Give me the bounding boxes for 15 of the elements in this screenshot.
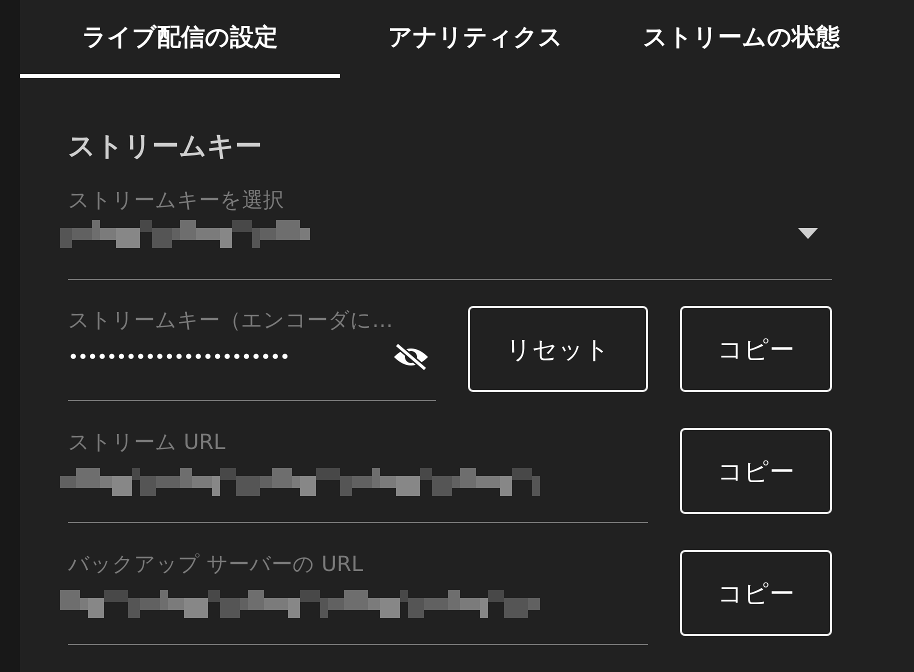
eye-slash-icon[interactable] bbox=[392, 342, 430, 372]
field-label: ストリームキーを選択 bbox=[68, 187, 285, 214]
field-label: バックアップ サーバーの URL bbox=[68, 551, 364, 578]
tab[interactable]: ストリームの状態 bbox=[643, 0, 840, 78]
section-title: ストリームキー bbox=[68, 130, 263, 164]
tab[interactable]: ライブ配信の設定 bbox=[20, 0, 340, 78]
copy-button[interactable]: コピー bbox=[680, 428, 832, 514]
dropdown-caret-icon[interactable] bbox=[798, 228, 818, 240]
copy-button[interactable]: コピー bbox=[680, 306, 832, 392]
reset-button[interactable]: リセット bbox=[468, 306, 648, 392]
field-label: ストリームキー（エンコーダに… bbox=[68, 307, 394, 334]
field-label: ストリーム URL bbox=[68, 429, 226, 456]
masked-key-value: ••••••••••••••••••••••• bbox=[68, 346, 290, 368]
tab[interactable]: アナリティクス bbox=[388, 0, 563, 78]
copy-button[interactable]: コピー bbox=[680, 550, 832, 636]
